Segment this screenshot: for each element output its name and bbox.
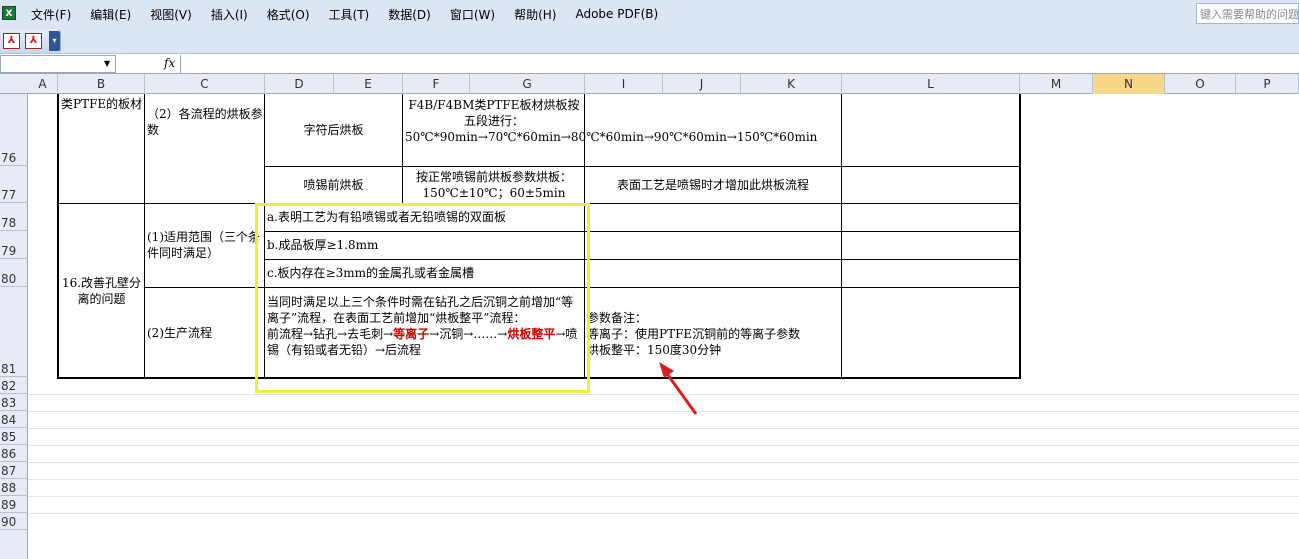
menu-format[interactable]: 格式(O) — [262, 6, 315, 23]
yellow-highlight-box — [255, 203, 590, 393]
chevron-down-icon[interactable]: ▼ — [104, 59, 110, 68]
menu-list: 文件(F) 编辑(E) 视图(V) 插入(I) 格式(O) 工具(T) 数据(D… — [26, 0, 672, 28]
row-header-81[interactable]: 81 — [0, 287, 28, 377]
column-header-p[interactable]: P — [1236, 74, 1299, 94]
toolbar: ⅄ ⅄ ▾ — [0, 28, 1299, 54]
row-header-80[interactable]: 80 — [0, 259, 28, 287]
column-header-k[interactable]: K — [741, 74, 842, 94]
cell-f77: 按正常喷锡前烘板参数烘板：150℃±10℃；60±5min — [415, 170, 572, 200]
convert-and-email-pdf-icon[interactable]: ⅄ — [25, 33, 42, 49]
row-header-89[interactable]: 89 — [0, 496, 28, 513]
column-header-j[interactable]: J — [663, 74, 741, 94]
column-headers: A B C D E F G I J K L M N O P — [0, 74, 1299, 94]
row-header-85[interactable]: 85 — [0, 428, 28, 445]
param-note-title: 参数备注： — [587, 311, 648, 325]
column-header-b[interactable]: B — [58, 74, 145, 94]
menu-file[interactable]: 文件(F) — [26, 6, 76, 23]
toolbar-options-icon[interactable]: ▾ — [49, 31, 60, 51]
cell-i81: 参数备注： 等离子：使用PTFE沉铜前的等离子参数 烘板整平：150度30分钟 — [587, 310, 841, 358]
pdf-toolbar-group: ⅄ ⅄ ▾ — [0, 29, 61, 53]
param-note-baking: 烘板整平：150度30分钟 — [587, 343, 722, 357]
row-header-88[interactable]: 88 — [0, 479, 28, 496]
menu-edit[interactable]: 编辑(E) — [85, 6, 136, 23]
formula-input[interactable] — [180, 55, 1298, 73]
column-header-i[interactable]: I — [585, 74, 663, 94]
cell-b78: 16.改善孔壁分离的问题 — [61, 276, 142, 306]
insert-function-icon[interactable]: fx — [164, 56, 175, 70]
formula-bar: ▼ fx — [0, 54, 1299, 74]
row-header-77[interactable]: 77 — [0, 166, 28, 203]
column-header-o[interactable]: O — [1165, 74, 1236, 94]
column-header-c[interactable]: C — [145, 74, 265, 94]
column-header-a[interactable]: A — [28, 74, 58, 94]
help-search-input[interactable]: 键入需要帮助的问题 — [1196, 3, 1299, 24]
menu-adobe-pdf[interactable]: Adobe PDF(B) — [570, 7, 663, 21]
column-header-f[interactable]: F — [403, 74, 470, 94]
menu-view[interactable]: 视图(V) — [145, 6, 197, 23]
cell-d76: 字符后烘板 — [303, 123, 364, 137]
row-headers: 76 77 78 79 80 81 82 83 84 85 86 87 88 8… — [0, 94, 28, 559]
spreadsheet-grid: A B C D E F G I J K L M N O P 76 77 78 7… — [0, 74, 1299, 559]
excel-icon[interactable]: X — [2, 6, 16, 20]
column-header-g[interactable]: G — [470, 74, 585, 94]
cell-c81: (2)生产流程 — [147, 326, 212, 340]
row-header-86[interactable]: 86 — [0, 445, 28, 462]
row-header-87[interactable]: 87 — [0, 462, 28, 479]
menu-insert[interactable]: 插入(I) — [206, 6, 253, 23]
column-header-e[interactable]: E — [334, 74, 403, 94]
cell-c78: (1)适用范围（三个条件同时满足） — [147, 230, 260, 260]
row-header-79[interactable]: 79 — [0, 231, 28, 259]
menu-tools[interactable]: 工具(T) — [324, 6, 375, 23]
cell-f76: F4B/F4BM类PTFE板材烘板按五段进行：50℃*90min→70℃*60m… — [405, 98, 818, 144]
row-header-83[interactable]: 83 — [0, 394, 28, 411]
cell-b76: 类PTFE的板材 — [61, 97, 143, 111]
row-header-76[interactable]: 76 — [0, 94, 28, 166]
cell-area[interactable]: 类PTFE的板材 （2）各流程的烘板参数 字符后烘板 F4B/F4BM类PTFE… — [28, 94, 1299, 559]
menu-bar: X 文件(F) 编辑(E) 视图(V) 插入(I) 格式(O) 工具(T) 数据… — [0, 0, 1299, 28]
row-header-82[interactable]: 82 — [0, 377, 28, 394]
param-note-plasma: 等离子：使用PTFE沉铜前的等离子参数 — [587, 327, 801, 341]
cell-i77: 表面工艺是喷锡时才增加此烘板流程 — [616, 178, 809, 192]
row-header-78[interactable]: 78 — [0, 203, 28, 231]
convert-to-pdf-icon[interactable]: ⅄ — [3, 33, 20, 49]
row-header-84[interactable]: 84 — [0, 411, 28, 428]
menu-window[interactable]: 窗口(W) — [445, 6, 500, 23]
row-header-90[interactable]: 90 — [0, 513, 28, 530]
cell-d77: 喷锡前烘板 — [303, 178, 364, 192]
menu-data[interactable]: 数据(D) — [383, 6, 436, 23]
column-header-m[interactable]: M — [1020, 74, 1093, 94]
column-header-n[interactable]: N — [1093, 74, 1165, 94]
column-header-d[interactable]: D — [265, 74, 334, 94]
menu-help[interactable]: 帮助(H) — [509, 6, 561, 23]
cell-c76: （2）各流程的烘板参数 — [147, 107, 263, 137]
name-box[interactable]: ▼ — [0, 55, 116, 73]
column-header-l[interactable]: L — [842, 74, 1020, 94]
